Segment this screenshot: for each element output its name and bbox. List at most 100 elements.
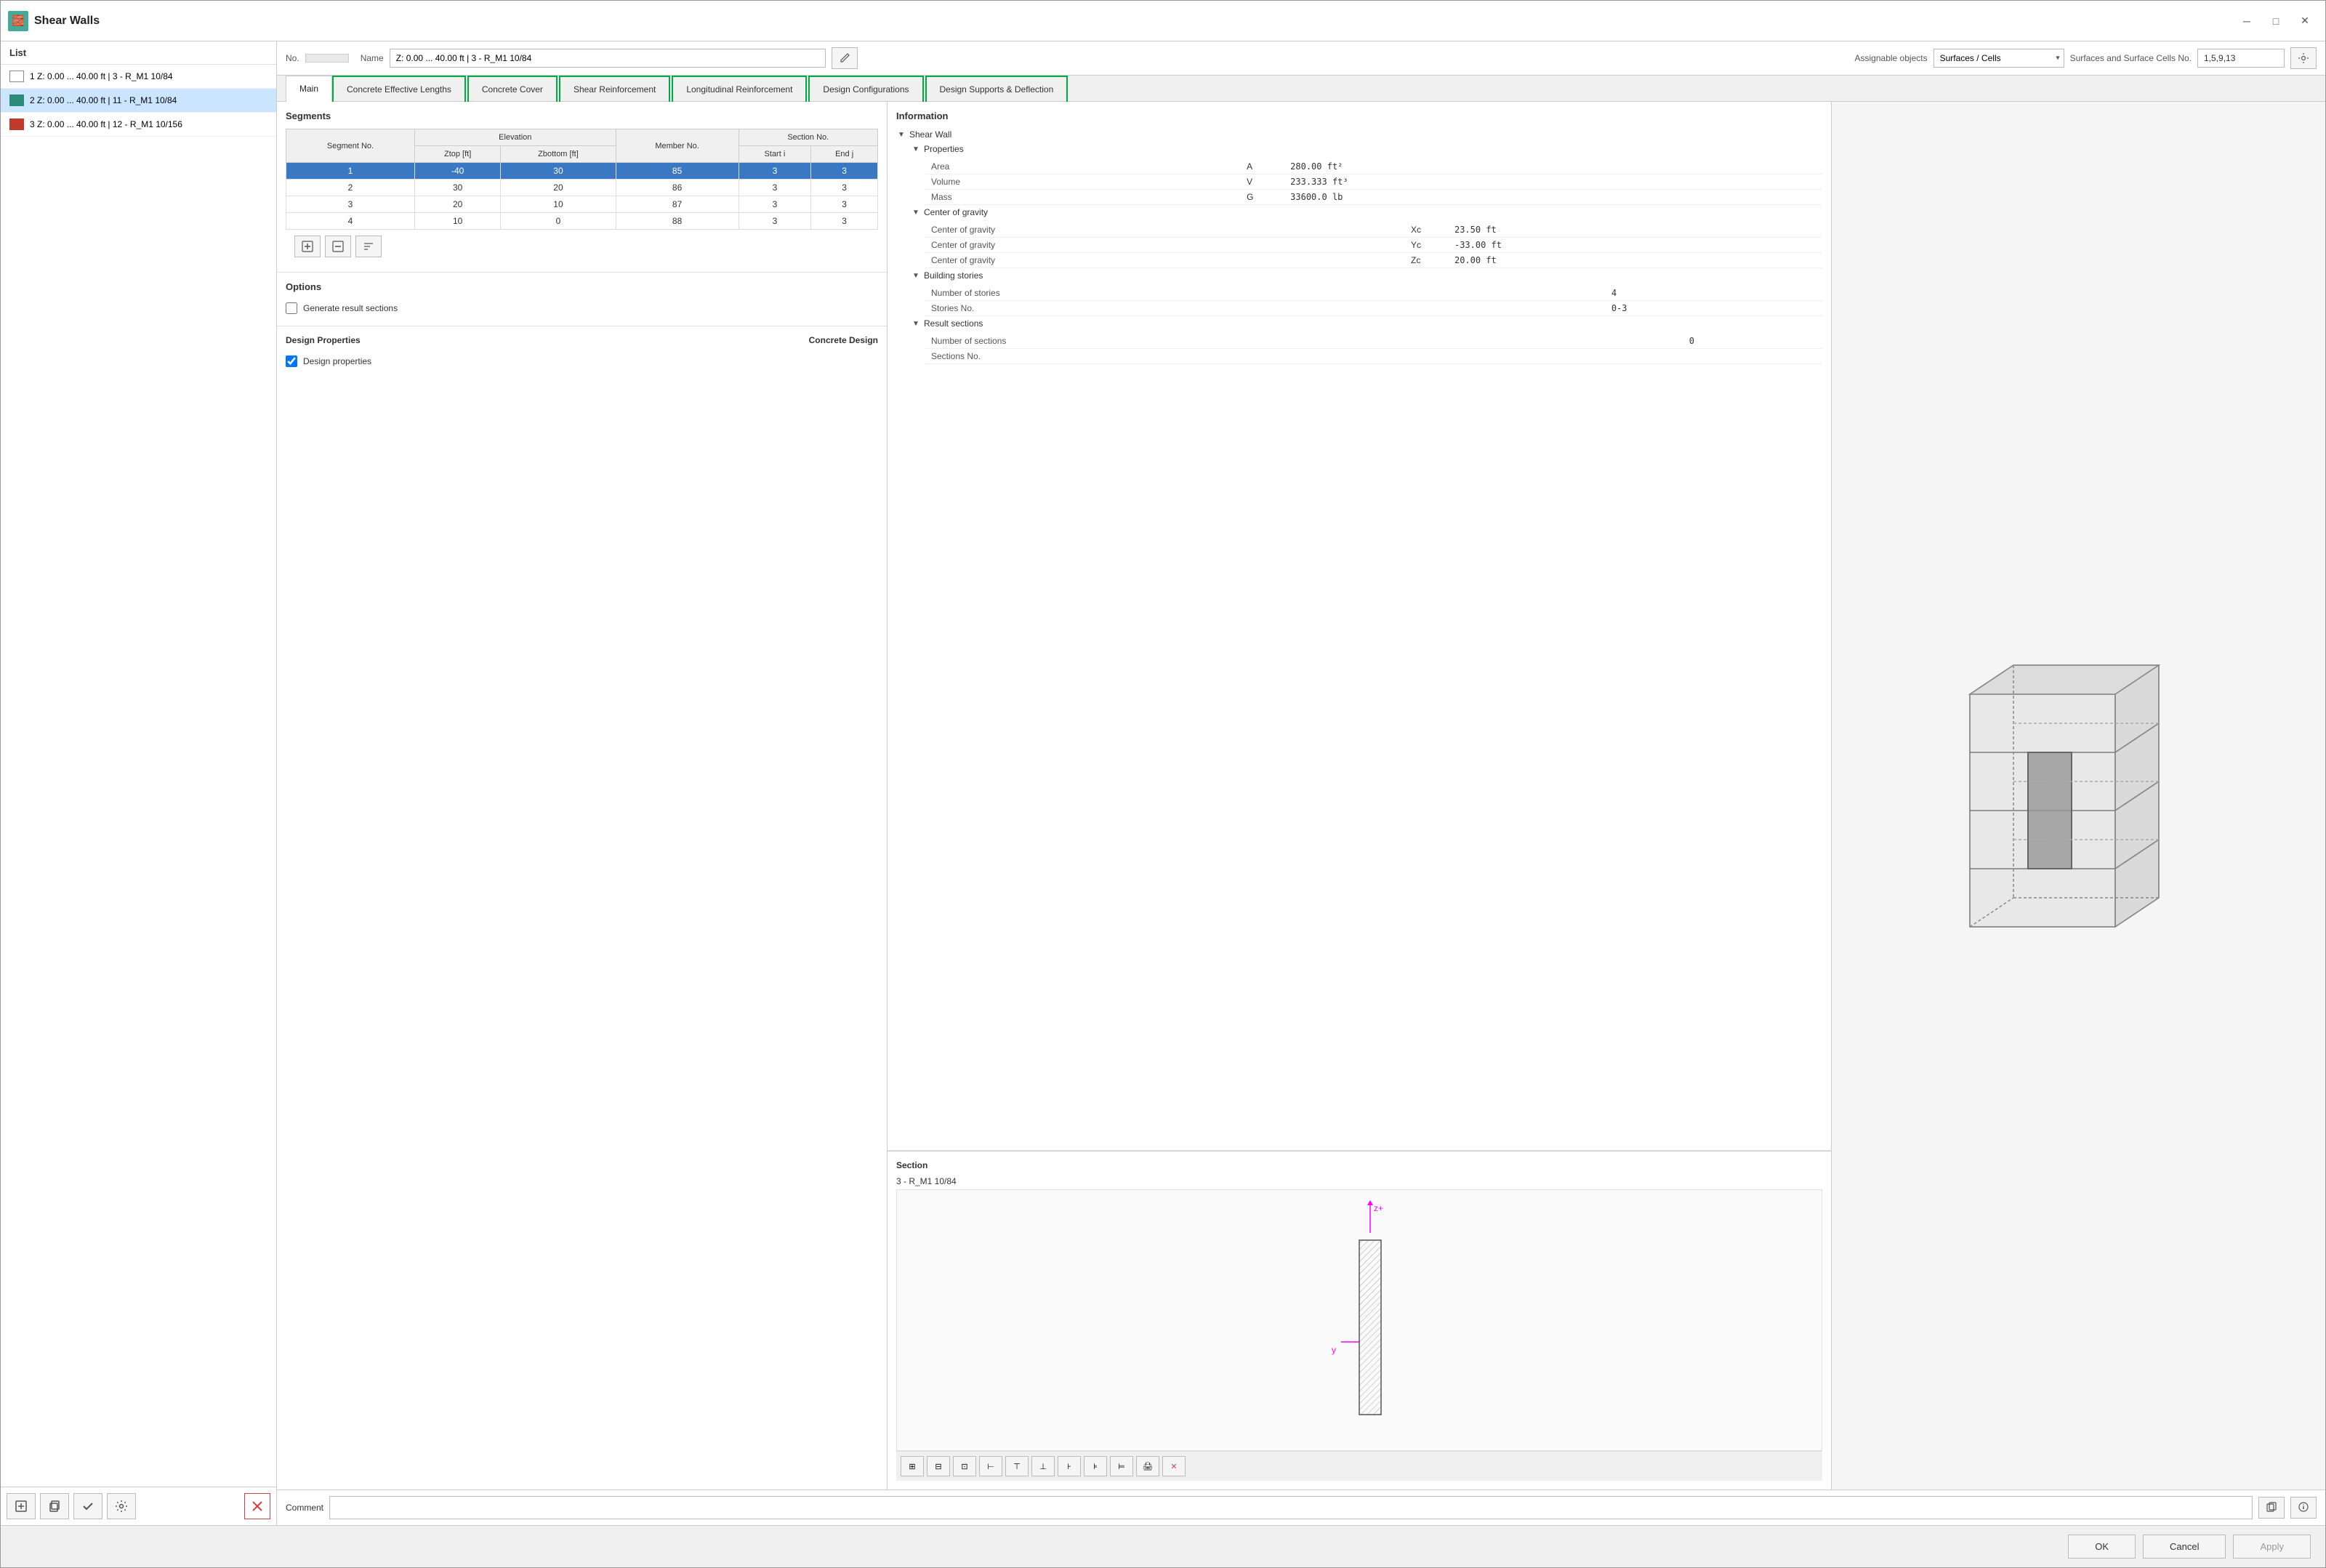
minimize-button[interactable]: ─	[2234, 11, 2260, 31]
tree-properties-group: ▼ Properties Area A 280.00 ft²	[896, 142, 1822, 205]
tree-toggle[interactable]: ▼	[911, 318, 921, 329]
design-properties-row: Design properties	[286, 353, 878, 370]
tab-design-supports-deflection[interactable]: Design Supports & Deflection	[925, 76, 1069, 102]
tab-concrete-cover[interactable]: Concrete Cover	[467, 76, 558, 102]
surfaces-settings-button[interactable]	[2290, 47, 2317, 69]
section-content: 3 - R_M1 10/84	[896, 1176, 1822, 1189]
list-item[interactable]: 3 Z: 0.00 ... 40.00 ft | 12 - R_M1 10/15…	[1, 113, 276, 137]
section-tool-5[interactable]: ⊤	[1005, 1456, 1029, 1476]
tabs-bar: Main Concrete Effective Lengths Concrete…	[277, 76, 2325, 102]
design-header: Design Properties Concrete Design	[286, 335, 878, 345]
section-tool-2[interactable]: ⊟	[927, 1456, 950, 1476]
tree-result-sections: ▼ Result sections	[911, 316, 1822, 331]
list-copy-button[interactable]	[40, 1493, 69, 1519]
list-toolbar	[1, 1487, 276, 1525]
list-settings-button[interactable]	[107, 1493, 136, 1519]
section-tool-10[interactable]: 🖨	[1136, 1456, 1159, 1476]
table-sort-button[interactable]	[355, 236, 382, 257]
table-row[interactable]: 3 20 10 87 3 3	[286, 196, 878, 213]
name-edit-button[interactable]	[832, 47, 858, 69]
comment-copy-button[interactable]	[2258, 1497, 2285, 1519]
tree-stories-group: ▼ Building stories Number of stories 4	[896, 268, 1822, 316]
stories-label-num: Number of stories	[925, 286, 1562, 301]
cancel-button[interactable]: Cancel	[2143, 1535, 2226, 1559]
tab-longitudinal-reinforcement[interactable]: Longitudinal Reinforcement	[672, 76, 807, 102]
list-add-button[interactable]	[7, 1493, 36, 1519]
section-toolbar: ⊞ ⊟ ⊡ ⊢ ⊤ ⊥ ⊦ ⊧ ⊨ 🖨 ✕	[896, 1451, 1822, 1481]
tree-toggle[interactable]: ▼	[911, 207, 921, 217]
stories-title: Building stories	[924, 270, 983, 281]
stories-table: Number of stories 4 Stories No. 0-3	[925, 286, 1822, 316]
tree-result-sections-group: ▼ Result sections Number of sections 0	[896, 316, 1822, 364]
prop-label-area: Area	[925, 159, 1241, 174]
tab-main[interactable]: Main	[286, 76, 332, 102]
title-bar-left: 🧱 Shear Walls	[8, 11, 100, 31]
list-item[interactable]: 1 Z: 0.00 ... 40.00 ft | 3 - R_M1 10/84	[1, 65, 276, 89]
tab-design-configurations[interactable]: Design Configurations	[808, 76, 923, 102]
section-tool-6[interactable]: ⊥	[1031, 1456, 1055, 1476]
table-delete-row-button[interactable]	[325, 236, 351, 257]
table-add-row-button[interactable]	[294, 236, 321, 257]
tree-toggle[interactable]: ▼	[911, 144, 921, 154]
info-row-zc: Center of gravity Zc 20.00 ft	[925, 253, 1822, 268]
apply-button[interactable]: Apply	[2233, 1535, 2311, 1559]
list-delete-button[interactable]	[244, 1493, 270, 1519]
table-row[interactable]: 1 -40 30 85 3 3	[286, 163, 878, 180]
no-field-group: No.	[286, 53, 349, 63]
cell-start: 3	[739, 213, 811, 230]
col-segment-no: Segment No.	[286, 129, 415, 163]
cell-zbottom: 30	[501, 163, 616, 180]
ok-button[interactable]: OK	[2068, 1535, 2136, 1559]
prop-key-area: A	[1241, 159, 1284, 174]
prop-key-mass: G	[1241, 190, 1284, 205]
result-sections-table: Number of sections 0 Sections No.	[925, 334, 1822, 364]
prop-val-area: 280.00 ft²	[1284, 159, 1822, 174]
tab-concrete-effective-lengths[interactable]: Concrete Effective Lengths	[332, 76, 466, 102]
table-row[interactable]: 4 10 0 88 3 3	[286, 213, 878, 230]
section-tool-1[interactable]: ⊞	[901, 1456, 924, 1476]
section-tool-3[interactable]: ⊡	[953, 1456, 976, 1476]
cog-val-zc: 20.00 ft	[1449, 253, 1822, 268]
segments-title: Segments	[286, 110, 878, 121]
name-input[interactable]	[390, 49, 826, 68]
list-check-button[interactable]	[73, 1493, 102, 1519]
section-tool-8[interactable]: ⊧	[1084, 1456, 1107, 1476]
assignable-select-wrapper: Surfaces / Cells Members	[1933, 49, 2064, 68]
cog-label-zc: Center of gravity	[925, 253, 1405, 268]
comment-info-button[interactable]	[2290, 1497, 2317, 1519]
cell-seg: 2	[286, 180, 415, 196]
generate-result-sections-checkbox[interactable]	[286, 302, 297, 314]
assignable-select[interactable]: Surfaces / Cells Members	[1933, 49, 2064, 68]
col-elevation: Elevation	[414, 129, 616, 146]
surfaces-input[interactable]	[2197, 49, 2285, 68]
generate-result-sections-row: Generate result sections	[286, 299, 878, 317]
result-label-num: Number of sections	[925, 334, 1640, 349]
tab-shear-reinforcement[interactable]: Shear Reinforcement	[559, 76, 670, 102]
generate-result-sections-label[interactable]: Generate result sections	[303, 303, 398, 313]
design-properties-label[interactable]: Design properties	[303, 356, 371, 366]
result-label-no: Sections No.	[925, 349, 1640, 364]
prop-val-mass: 33600.0 lb	[1284, 190, 1822, 205]
section-tool-7[interactable]: ⊦	[1058, 1456, 1081, 1476]
title-bar: 🧱 Shear Walls ─ □ ✕	[1, 1, 2325, 41]
tree-stories: ▼ Building stories	[911, 268, 1822, 283]
section-tool-11[interactable]: ✕	[1162, 1456, 1186, 1476]
section-tool-4[interactable]: ⊢	[979, 1456, 1002, 1476]
maximize-button[interactable]: □	[2263, 11, 2289, 31]
stories-label-no: Stories No.	[925, 301, 1562, 316]
cog-key-yc: Yc	[1405, 238, 1449, 253]
close-button[interactable]: ✕	[2292, 11, 2318, 31]
tree-toggle[interactable]: ▼	[896, 129, 906, 140]
tree-toggle[interactable]: ▼	[911, 270, 921, 281]
no-label: No.	[286, 53, 299, 63]
section-tool-9[interactable]: ⊨	[1110, 1456, 1133, 1476]
comment-input[interactable]	[329, 1496, 2253, 1519]
design-properties-checkbox[interactable]	[286, 355, 297, 367]
list-item-selected[interactable]: 2 Z: 0.00 ... 40.00 ft | 11 - R_M1 10/84	[1, 89, 276, 113]
table-row[interactable]: 2 30 20 86 3 3	[286, 180, 878, 196]
item-icon-red	[9, 118, 24, 130]
col-ztop: Ztop [ft]	[414, 146, 500, 163]
section-title-label: Section	[896, 1160, 1822, 1170]
cell-start: 3	[739, 196, 811, 213]
building-wireframe	[1970, 665, 2159, 927]
